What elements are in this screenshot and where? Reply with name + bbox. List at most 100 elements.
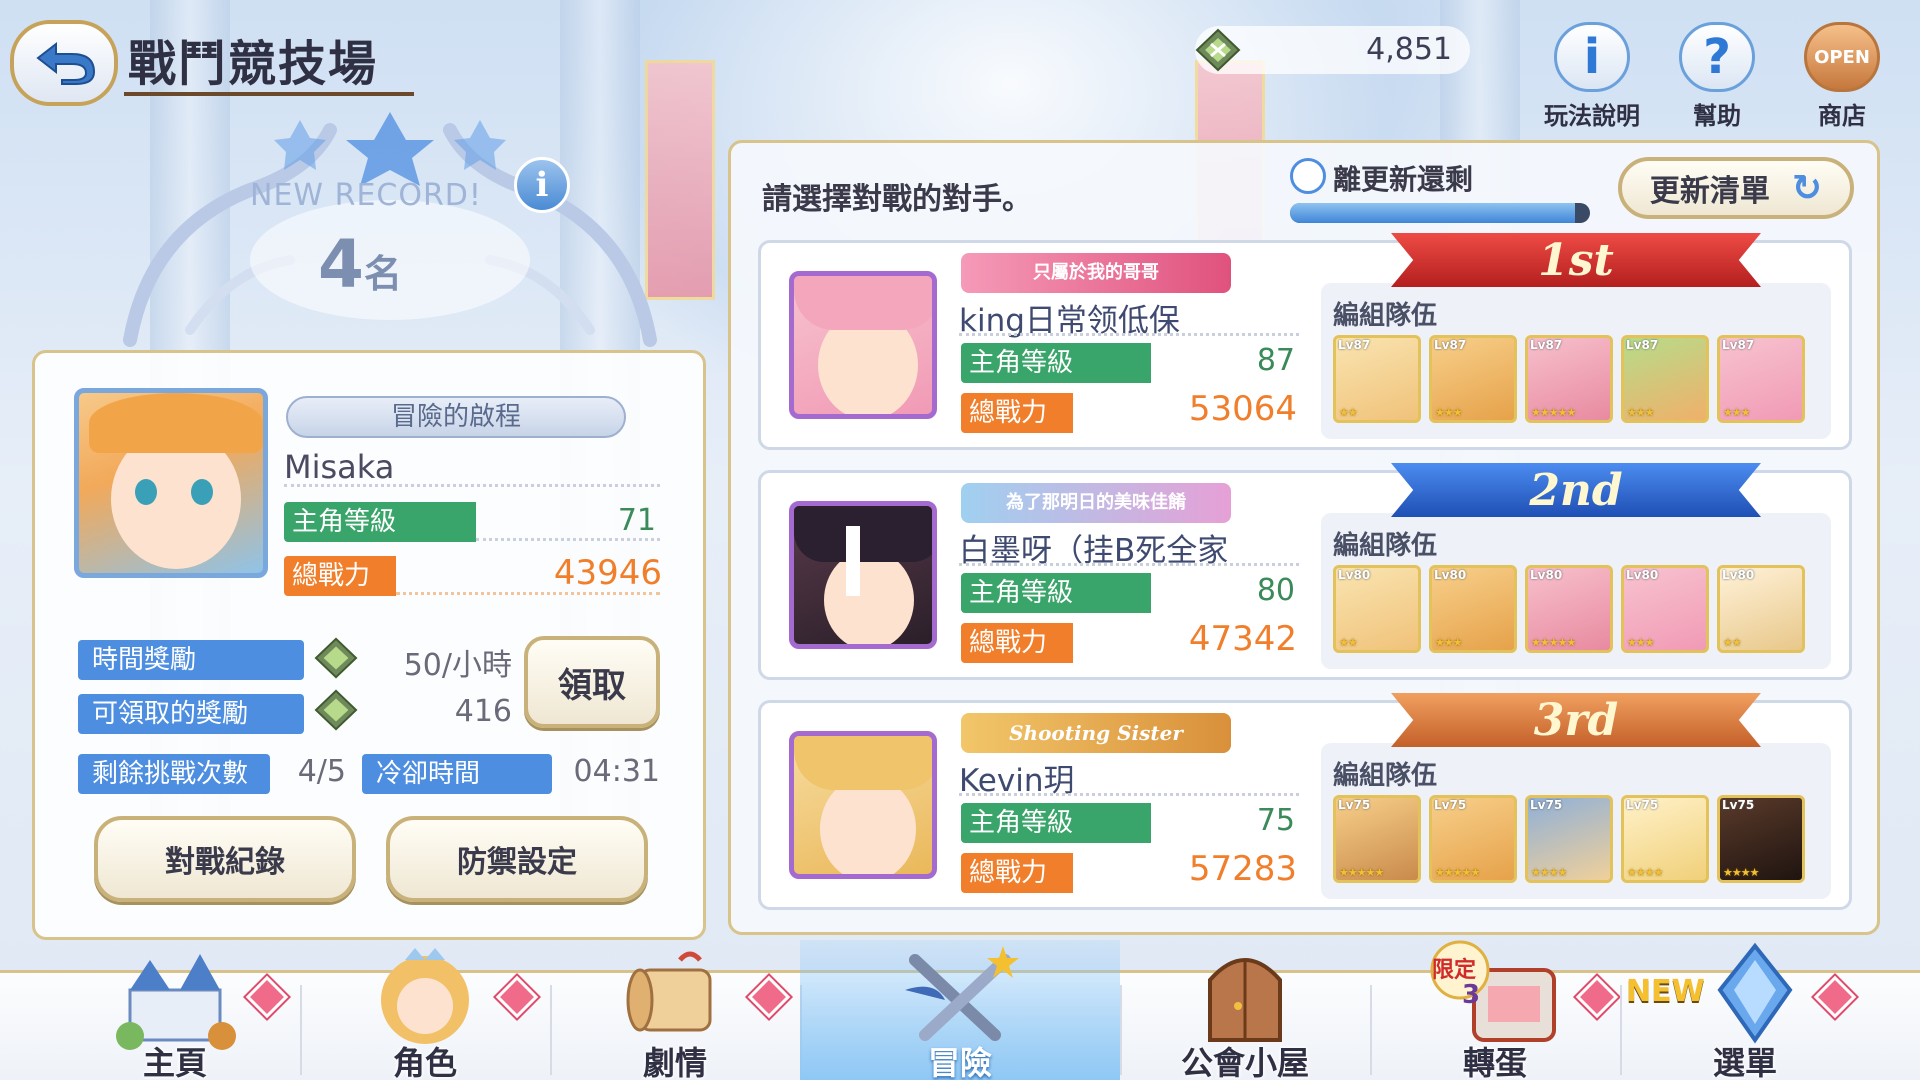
opponent-power-value: 53064: [1188, 389, 1297, 429]
claim-button[interactable]: 領取: [524, 636, 660, 728]
arena-coin-icon: [1195, 28, 1241, 72]
opponent-level-value: 80: [1256, 573, 1295, 608]
player-avatar: [74, 388, 268, 578]
rules-label: 玩法說明: [1544, 102, 1640, 130]
team-unit: Lv75 ★★★★★: [1333, 795, 1421, 883]
nav-adventure-label: 冒險: [927, 1044, 992, 1080]
player-name: Misaka: [284, 448, 395, 486]
divider: [959, 333, 1299, 336]
nav-menu-label: 選單: [1712, 1044, 1777, 1080]
opponent-card-2[interactable]: 為了那明日的美味佳餚 白墨呀（挂B死全家 主角等級 80 總戰力 47342 編…: [758, 463, 1852, 680]
divider: [959, 793, 1299, 796]
opponent-avatar: [789, 731, 937, 879]
divider: [959, 563, 1299, 566]
team-unit: Lv75 ★★★★: [1621, 795, 1709, 883]
claimable-reward-value: 416: [454, 694, 512, 729]
opponent-level-label: 主角等級: [961, 573, 1151, 613]
player-level-value: 71: [617, 503, 656, 538]
remaining-challenges-value: 4/5: [297, 754, 346, 789]
opponent-level-label: 主角等級: [961, 803, 1151, 843]
player-power-value: 43946: [553, 553, 662, 593]
help-button[interactable]: ? 幫助: [1667, 22, 1767, 132]
opponent-level-value: 87: [1256, 343, 1295, 378]
team-label: 編組隊伍: [1333, 301, 1438, 331]
rank-number: 4: [318, 226, 364, 303]
time-reward-value: 50/小時: [403, 648, 512, 683]
rank-badge-1st: 1st: [1391, 233, 1761, 287]
team-unit: Lv87 ★★★: [1717, 335, 1805, 423]
opponent-avatar: [789, 501, 937, 649]
shop-button[interactable]: OPEN 商店: [1792, 22, 1892, 132]
scroll-icon: [626, 951, 712, 1032]
remaining-challenges-label: 剩餘挑戰次數: [78, 754, 270, 794]
team-unit: Lv87 ★★★★★: [1525, 335, 1613, 423]
question-icon: ?: [1679, 22, 1755, 92]
rank-badge-2nd: 2nd: [1391, 463, 1761, 517]
record-info-button[interactable]: i: [514, 157, 570, 213]
opponent-power-label: 總戰力: [961, 623, 1073, 663]
refresh-list-button[interactable]: 更新清單 ↻: [1618, 157, 1854, 219]
new-badge: NEW: [1626, 974, 1705, 1009]
guild-door-icon: [1208, 958, 1282, 1042]
opponent-card-3[interactable]: Shooting Sister Kevin玥 主角等級 75 總戰力 57283…: [758, 693, 1852, 910]
battle-log-button[interactable]: 對戰紀錄: [94, 816, 356, 902]
team-unit: Lv75 ★★★★: [1717, 795, 1805, 883]
cooldown-value: 04:31: [573, 754, 660, 789]
opponent-level-label: 主角等級: [961, 343, 1151, 383]
nav-adventure[interactable]: 冒險: [800, 940, 1120, 1080]
refresh-list-label: 更新清單: [1649, 174, 1770, 209]
time-reward-label: 時間獎勵: [78, 640, 304, 680]
opponent-power-value: 47342: [1188, 619, 1297, 659]
divider: [476, 538, 660, 541]
page-title: 戰鬥競技場: [128, 36, 379, 92]
opponent-power-value: 57283: [1188, 849, 1297, 889]
arena-coin-icon: [314, 637, 358, 679]
team-unit: Lv80 ★★: [1717, 565, 1805, 653]
character-icon: [381, 948, 469, 1044]
player-level-label: 主角等級: [284, 502, 476, 542]
nav-gacha-label: 轉蛋: [1462, 1044, 1527, 1080]
back-arrow-icon: [36, 41, 96, 85]
refresh-timer-label: 離更新還剩: [1333, 163, 1474, 196]
opponent-avatar: [789, 271, 937, 419]
team-unit: Lv87 ★★★: [1429, 335, 1517, 423]
back-button[interactable]: [10, 20, 118, 106]
team-unit: Lv80 ★★: [1333, 565, 1421, 653]
choose-opponent-instruction: 請選擇對戰的對手。: [762, 182, 1032, 217]
crossed-swords-icon: [905, 946, 1019, 1041]
nav-gacha[interactable]: 限定 3 轉蛋: [1370, 940, 1620, 1080]
team-unit: Lv87 ★★★: [1621, 335, 1709, 423]
rank-badge-3rd: 3rd: [1391, 693, 1761, 747]
castle-icon: [116, 954, 236, 1050]
refresh-timer-bar: [1290, 203, 1590, 223]
shop-icon: OPEN: [1804, 22, 1880, 92]
team-unit: Lv75 ★★★★★: [1429, 795, 1517, 883]
team-unit: Lv75 ★★★★: [1525, 795, 1613, 883]
defense-settings-button[interactable]: 防禦設定: [386, 816, 648, 902]
nav-guild[interactable]: 公會小屋: [1120, 940, 1370, 1080]
help-label: 幫助: [1693, 102, 1741, 130]
refresh-timer-fill: [1290, 203, 1575, 223]
limited-badge-number: 3: [1462, 980, 1481, 1010]
player-power-label: 總戰力: [284, 556, 396, 596]
team-label: 編組隊伍: [1333, 531, 1438, 561]
nav-home-label: 主頁: [142, 1044, 207, 1080]
rank-suffix: 名: [363, 252, 402, 296]
opponent-card-1[interactable]: 只屬於我的哥哥 king日常领低保 主角等級 87 總戰力 53064 編組隊伍…: [758, 233, 1852, 450]
clock-icon: [1290, 158, 1326, 194]
rules-button[interactable]: i 玩法說明: [1542, 22, 1642, 132]
opponent-title-badge: Shooting Sister: [961, 713, 1231, 753]
player-title-badge: 冒險的啟程: [286, 396, 626, 438]
divider: [284, 484, 660, 487]
opponent-power-label: 總戰力: [961, 853, 1073, 893]
nav-guild-label: 公會小屋: [1180, 1044, 1309, 1080]
nav-story-label: 劇情: [642, 1044, 707, 1080]
cooldown-label: 冷卻時間: [362, 754, 552, 794]
current-rank: 4名: [318, 226, 402, 303]
opponent-power-label: 總戰力: [961, 393, 1073, 433]
team-unit: Lv80 ★★★: [1429, 565, 1517, 653]
title-underline: [124, 92, 414, 96]
info-icon: i: [1554, 22, 1630, 92]
team-unit: Lv80 ★★★: [1621, 565, 1709, 653]
team-unit: Lv80 ★★★★★: [1525, 565, 1613, 653]
